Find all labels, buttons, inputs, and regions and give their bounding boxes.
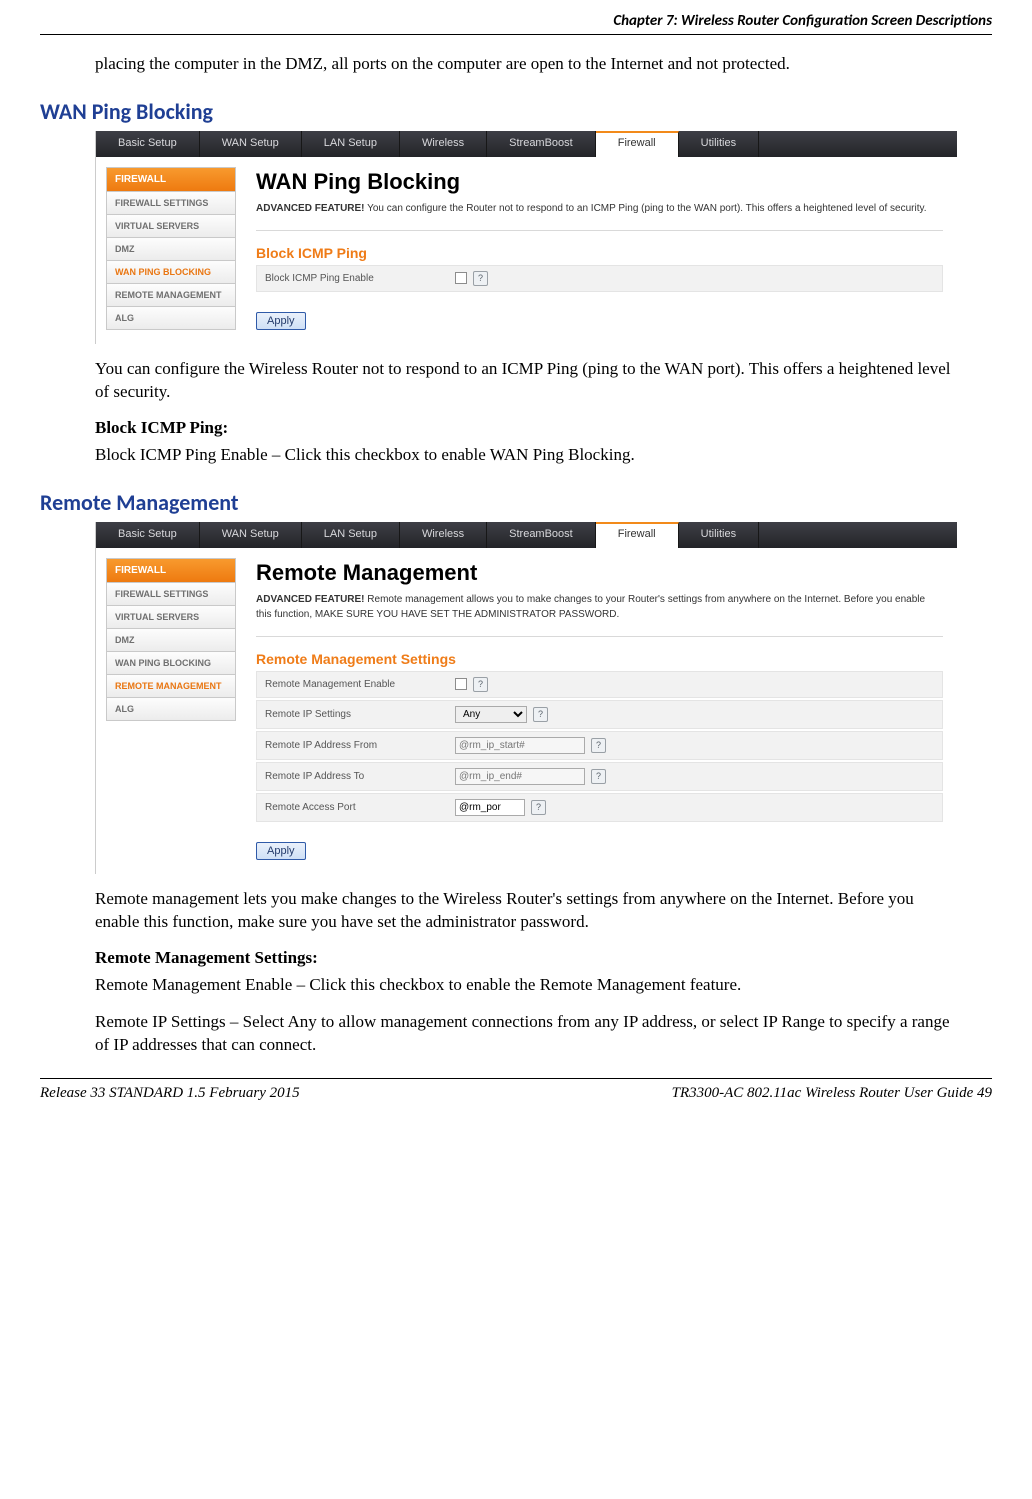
sidenav-item-wan-ping-blocking[interactable]: WAN PING BLOCKING (106, 261, 236, 284)
field-label: Remote Management Enable (265, 679, 455, 690)
panel-description: ADVANCED FEATURE! You can configure the … (256, 201, 943, 231)
section-heading-wan-ping: WAN Ping Blocking (40, 98, 957, 125)
section-heading-remote-mgmt: Remote Management (40, 489, 957, 516)
help-icon[interactable]: ? (591, 738, 606, 753)
sidenav-item-remote-management[interactable]: REMOTE MANAGEMENT (106, 675, 236, 698)
remote-enable-checkbox[interactable] (455, 678, 467, 690)
field-label: Remote IP Settings (265, 709, 455, 720)
tab-streamboost[interactable]: StreamBoost (487, 522, 596, 548)
field-remote-enable: Remote Management Enable ? (256, 671, 943, 698)
advanced-feature-label: ADVANCED FEATURE! (256, 203, 365, 214)
remote-port-input[interactable] (455, 799, 525, 816)
tab-firewall[interactable]: Firewall (596, 131, 679, 157)
tab-bar: Basic SetupWAN SetupLAN SetupWirelessStr… (96, 522, 957, 548)
tab-bar: Basic SetupWAN SetupLAN SetupWirelessStr… (96, 131, 957, 157)
section1-detail: Block ICMP Ping Enable – Click this chec… (95, 444, 957, 467)
field-remote-access-port: Remote Access Port ? (256, 793, 943, 822)
sidenav-item-wan-ping-blocking[interactable]: WAN PING BLOCKING (106, 652, 236, 675)
field-remote-ip-settings: Remote IP Settings Any ? (256, 700, 943, 729)
field-block-icmp-enable: Block ICMP Ping Enable ? (256, 265, 943, 292)
sidenav-item-alg[interactable]: ALG (106, 307, 236, 330)
panel-title: WAN Ping Blocking (256, 169, 943, 195)
tab-firewall[interactable]: Firewall (596, 522, 679, 548)
chapter-header: Chapter 7: Wireless Router Configuration… (40, 12, 992, 35)
tab-lan-setup[interactable]: LAN Setup (302, 131, 400, 157)
help-icon[interactable]: ? (473, 271, 488, 286)
subsection-block-icmp: Block ICMP Ping (256, 245, 943, 261)
field-remote-ip-to: Remote IP Address To ? (256, 762, 943, 791)
section1-paragraph: You can configure the Wireless Router no… (95, 358, 957, 404)
remote-ip-select[interactable]: Any (455, 706, 527, 723)
sidenav-header: FIREWALL (106, 167, 236, 192)
sidenav-item-alg[interactable]: ALG (106, 698, 236, 721)
sidenav-item-firewall-settings[interactable]: FIREWALL SETTINGS (106, 192, 236, 215)
tab-utilities[interactable]: Utilities (679, 522, 759, 548)
tab-wan-setup[interactable]: WAN Setup (200, 131, 302, 157)
sidenav-item-dmz[interactable]: DMZ (106, 238, 236, 261)
sidenav-item-virtual-servers[interactable]: VIRTUAL SERVERS (106, 215, 236, 238)
tab-utilities[interactable]: Utilities (679, 131, 759, 157)
help-icon[interactable]: ? (591, 769, 606, 784)
panel-description: ADVANCED FEATURE! Remote management allo… (256, 592, 943, 637)
advanced-feature-label: ADVANCED FEATURE! (256, 594, 365, 605)
tab-wan-setup[interactable]: WAN Setup (200, 522, 302, 548)
tab-streamboost[interactable]: StreamBoost (487, 131, 596, 157)
sidenav-header: FIREWALL (106, 558, 236, 583)
side-nav: FIREWALLFIREWALL SETTINGSVIRTUAL SERVERS… (106, 558, 236, 860)
apply-button[interactable]: Apply (256, 842, 306, 860)
field-label: Remote IP Address From (265, 740, 455, 751)
page-footer: Release 33 STANDARD 1.5 February 2015 TR… (40, 1078, 992, 1102)
sidenav-item-virtual-servers[interactable]: VIRTUAL SERVERS (106, 606, 236, 629)
field-label: Remote Access Port (265, 802, 455, 813)
section2-detail1: Remote Management Enable – Click this ch… (95, 974, 957, 997)
screenshot-wan-ping: Basic SetupWAN SetupLAN SetupWirelessStr… (95, 131, 957, 344)
field-label: Remote IP Address To (265, 771, 455, 782)
section2-paragraph: Remote management lets you make changes … (95, 888, 957, 934)
tab-wireless[interactable]: Wireless (400, 522, 487, 548)
sidenav-item-dmz[interactable]: DMZ (106, 629, 236, 652)
apply-button[interactable]: Apply (256, 312, 306, 330)
tab-basic-setup[interactable]: Basic Setup (96, 131, 200, 157)
panel-description-text: You can configure the Router not to resp… (365, 203, 927, 214)
footer-right: TR3300-AC 802.11ac Wireless Router User … (672, 1085, 992, 1102)
subsection-remote-mgmt-settings: Remote Management Settings (256, 651, 943, 667)
footer-left: Release 33 STANDARD 1.5 February 2015 (40, 1085, 300, 1102)
section1-strong: Block ICMP Ping: (95, 418, 957, 438)
tab-basic-setup[interactable]: Basic Setup (96, 522, 200, 548)
remote-ip-to-input[interactable] (455, 768, 585, 785)
sidenav-item-firewall-settings[interactable]: FIREWALL SETTINGS (106, 583, 236, 606)
side-nav: FIREWALLFIREWALL SETTINGSVIRTUAL SERVERS… (106, 167, 236, 330)
tab-wireless[interactable]: Wireless (400, 131, 487, 157)
block-icmp-checkbox[interactable] (455, 272, 467, 284)
section2-detail2: Remote IP Settings – Select Any to allow… (95, 1011, 957, 1057)
help-icon[interactable]: ? (533, 707, 548, 722)
field-remote-ip-from: Remote IP Address From ? (256, 731, 943, 760)
help-icon[interactable]: ? (473, 677, 488, 692)
screenshot-remote-mgmt: Basic SetupWAN SetupLAN SetupWirelessStr… (95, 522, 957, 874)
intro-continuation: placing the computer in the DMZ, all por… (95, 53, 957, 76)
field-label: Block ICMP Ping Enable (265, 273, 455, 284)
sidenav-item-remote-management[interactable]: REMOTE MANAGEMENT (106, 284, 236, 307)
section2-strong: Remote Management Settings: (95, 948, 957, 968)
panel-title: Remote Management (256, 560, 943, 586)
help-icon[interactable]: ? (531, 800, 546, 815)
remote-ip-from-input[interactable] (455, 737, 585, 754)
tab-lan-setup[interactable]: LAN Setup (302, 522, 400, 548)
